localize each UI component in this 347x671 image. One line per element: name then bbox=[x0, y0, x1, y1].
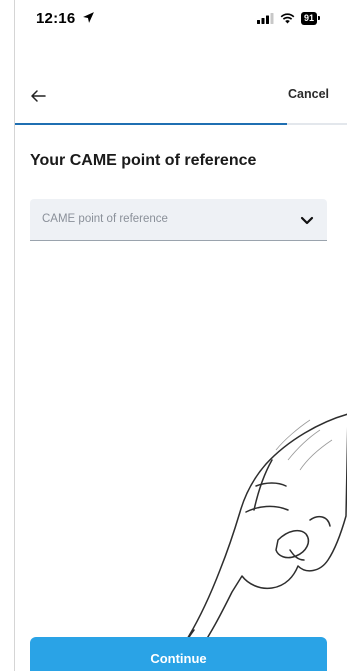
pointing-hand-illustration bbox=[174, 413, 347, 669]
reference-select-placeholder: CAME point of reference bbox=[42, 213, 168, 225]
location-arrow-icon bbox=[82, 12, 94, 23]
progress-bar bbox=[15, 123, 347, 125]
status-bar: 12:16 91 bbox=[0, 0, 347, 44]
continue-button-label: Continue bbox=[150, 651, 207, 666]
progress-bar-fill bbox=[15, 123, 288, 125]
chevron-down-icon bbox=[300, 216, 314, 225]
status-time-text: 12:16 bbox=[36, 10, 76, 27]
status-time: 12:16 bbox=[36, 10, 95, 27]
reference-select[interactable]: CAME point of reference bbox=[30, 199, 327, 241]
cancel-button[interactable]: Cancel bbox=[288, 87, 329, 101]
continue-button[interactable]: Continue bbox=[30, 637, 327, 671]
arrow-left-icon bbox=[31, 90, 46, 102]
nav-bar: Cancel bbox=[0, 78, 347, 114]
back-button[interactable] bbox=[30, 84, 58, 108]
wifi-icon bbox=[280, 13, 295, 24]
cellular-signal-icon bbox=[256, 13, 274, 24]
battery-icon: 91 bbox=[300, 12, 321, 25]
page-title: Your CAME point of reference bbox=[30, 152, 257, 169]
status-icons: 91 bbox=[256, 12, 321, 25]
